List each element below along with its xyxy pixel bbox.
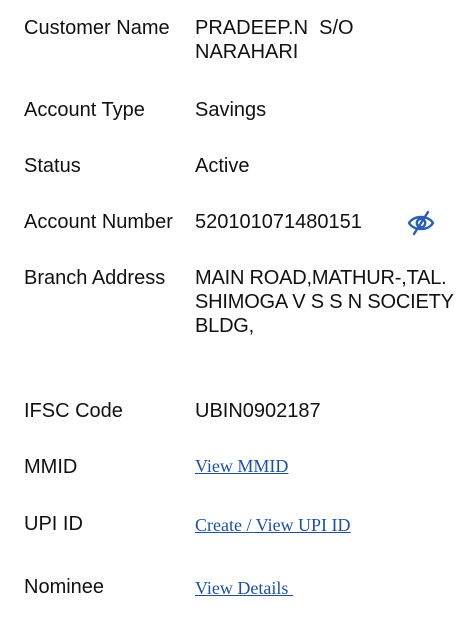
- branch-address-label: Branch Address: [24, 267, 166, 289]
- ifsc-code-label: IFSC Code: [24, 400, 123, 422]
- upi-id-label: UPI ID: [24, 513, 83, 535]
- customer-name-value: PRADEEP.N S/O NARAHARI: [195, 17, 360, 63]
- status-value: Active: [195, 155, 250, 177]
- mmid-label: MMID: [24, 456, 78, 478]
- view-mmid-link[interactable]: View MMID: [195, 455, 288, 477]
- customer-name-label: Customer Name: [24, 17, 170, 39]
- view-nominee-details-link[interactable]: View Details: [195, 577, 293, 599]
- status-label: Status: [24, 155, 81, 177]
- nominee-label: Nominee: [24, 576, 105, 598]
- eye-off-icon[interactable]: [406, 210, 436, 236]
- account-type-value: Savings: [195, 99, 267, 121]
- branch-address-value: MAIN ROAD,MATHUR-,TAL.SHIMOGA V S S N SO…: [195, 267, 454, 337]
- account-number-label: Account Number: [24, 211, 173, 233]
- create-view-upi-id-link[interactable]: Create / View UPI ID: [195, 514, 351, 536]
- ifsc-code-value: UBIN0902187: [195, 400, 321, 422]
- account-type-label: Account Type: [24, 99, 145, 121]
